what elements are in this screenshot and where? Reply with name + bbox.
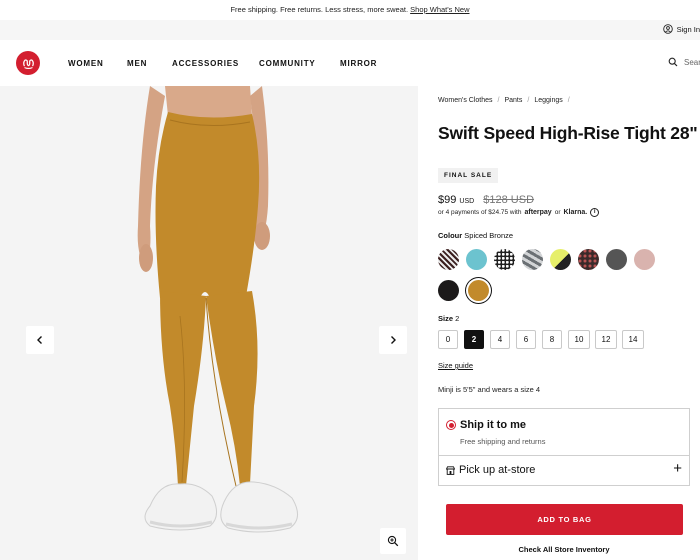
breadcrumb-separator: /	[497, 97, 500, 104]
colour-swatch[interactable]	[494, 249, 515, 270]
nav-women[interactable]: WOMEN	[68, 59, 104, 68]
breadcrumb-item[interactable]: Women's Clothes	[438, 97, 493, 104]
zoom-in-icon	[387, 535, 399, 547]
promo-link[interactable]: Shop What's New	[410, 5, 469, 14]
installments-or: or	[554, 209, 561, 216]
installments-text: or 4 payments of $24.75 with	[438, 209, 522, 216]
ship-option[interactable]: Ship it to me Free shipping and returns	[438, 408, 690, 456]
nav-community[interactable]: COMMUNITY	[259, 59, 316, 68]
size-option-selected[interactable]: 2	[464, 330, 484, 349]
product-gallery	[0, 86, 418, 560]
product-info: Women's Clothes / Pants / Leggings / Swi…	[438, 86, 700, 560]
klarna-logo[interactable]: Klarna.	[563, 209, 587, 216]
size-guide-link[interactable]: Size guide	[438, 361, 473, 370]
size-option[interactable]: 6	[516, 330, 536, 349]
price-currency: USD	[459, 198, 475, 205]
size-value: 2	[455, 314, 460, 323]
lululemon-logo[interactable]	[16, 51, 40, 75]
size-option[interactable]: 12	[595, 330, 617, 349]
chevron-right-icon	[391, 336, 396, 344]
nav-men[interactable]: MEN	[127, 59, 147, 68]
search-input[interactable]: Search	[684, 58, 700, 67]
gallery-prev-button[interactable]	[26, 326, 54, 354]
breadcrumb-item[interactable]: Pants	[504, 97, 522, 104]
size-option[interactable]: 10	[568, 330, 590, 349]
installments-row: or 4 payments of $24.75 with afterpay or…	[438, 208, 600, 217]
colour-swatch-selected[interactable]	[468, 280, 489, 301]
breadcrumb: Women's Clothes / Pants / Leggings /	[438, 97, 570, 104]
logo-mark-icon	[22, 58, 34, 69]
colour-swatch[interactable]	[578, 249, 599, 270]
afterpay-logo[interactable]: afterpay	[524, 209, 551, 216]
search-box[interactable]: Search	[668, 57, 700, 67]
colour-swatch[interactable]	[606, 249, 627, 270]
colour-swatch[interactable]	[634, 249, 655, 270]
gallery-next-button[interactable]	[379, 326, 407, 354]
store-icon	[446, 466, 455, 475]
chevron-left-icon	[37, 336, 42, 344]
colour-value: Spiced Bronze	[464, 231, 514, 240]
breadcrumb-item[interactable]: Leggings	[534, 97, 562, 104]
check-inventory-link[interactable]: Check All Store Inventory	[438, 545, 690, 554]
nav-mirror[interactable]: MIRROR	[340, 59, 377, 68]
promo-bar: Free shipping. Free returns. Less stress…	[0, 0, 700, 20]
colour-swatch[interactable]	[438, 280, 459, 301]
price: $99 USD $128 USD	[438, 194, 534, 206]
breadcrumb-separator: /	[567, 97, 570, 104]
ship-radio[interactable]	[446, 420, 456, 430]
nav-accessories[interactable]: ACCESSORIES	[172, 59, 239, 68]
final-sale-badge: FINAL SALE	[438, 168, 499, 183]
sale-price: $99	[438, 194, 457, 206]
sign-in-label: Sign In	[676, 24, 700, 34]
size-option[interactable]: 4	[490, 330, 510, 349]
size-option[interactable]: 8	[542, 330, 562, 349]
colour-swatch[interactable]	[466, 249, 487, 270]
plus-icon[interactable]: +	[673, 461, 682, 476]
size-option[interactable]: 0	[438, 330, 458, 349]
breadcrumb-separator: /	[527, 97, 530, 104]
product-image	[137, 86, 298, 533]
info-icon[interactable]: i	[590, 208, 600, 217]
pickup-option[interactable]: Pick up at-store +	[438, 456, 690, 486]
pickup-title: Pick up at-store	[459, 464, 536, 476]
colour-label-text: Colour	[438, 231, 463, 240]
ship-subtitle: Free shipping and returns	[460, 437, 546, 446]
colour-label: Colour Spiced Bronze	[438, 231, 513, 240]
model-info: Minji is 5'5" and wears a size 4	[438, 385, 541, 394]
colour-swatch[interactable]	[522, 249, 543, 270]
search-icon	[668, 57, 678, 67]
colour-swatch[interactable]	[550, 249, 571, 270]
user-circle-icon	[662, 24, 673, 34]
sign-in-link[interactable]: Sign In	[662, 24, 700, 34]
colour-swatch[interactable]	[438, 249, 459, 270]
main-nav: WOMEN MEN ACCESSORIES COMMUNITY MIRROR S…	[0, 40, 700, 86]
size-label: Size 2	[438, 314, 459, 323]
promo-text: Free shipping. Free returns. Less stress…	[230, 5, 409, 14]
utility-bar: Sign In	[0, 20, 700, 40]
original-price: $128 USD	[483, 194, 535, 206]
add-to-bag-button[interactable]: ADD TO BAG	[446, 504, 683, 535]
zoom-button[interactable]	[380, 528, 406, 554]
ship-title: Ship it to me	[460, 419, 526, 431]
size-option[interactable]: 14	[622, 330, 644, 349]
product-title: Swift Speed High-Rise Tight 28"	[438, 123, 698, 143]
size-label-text: Size	[438, 314, 454, 323]
